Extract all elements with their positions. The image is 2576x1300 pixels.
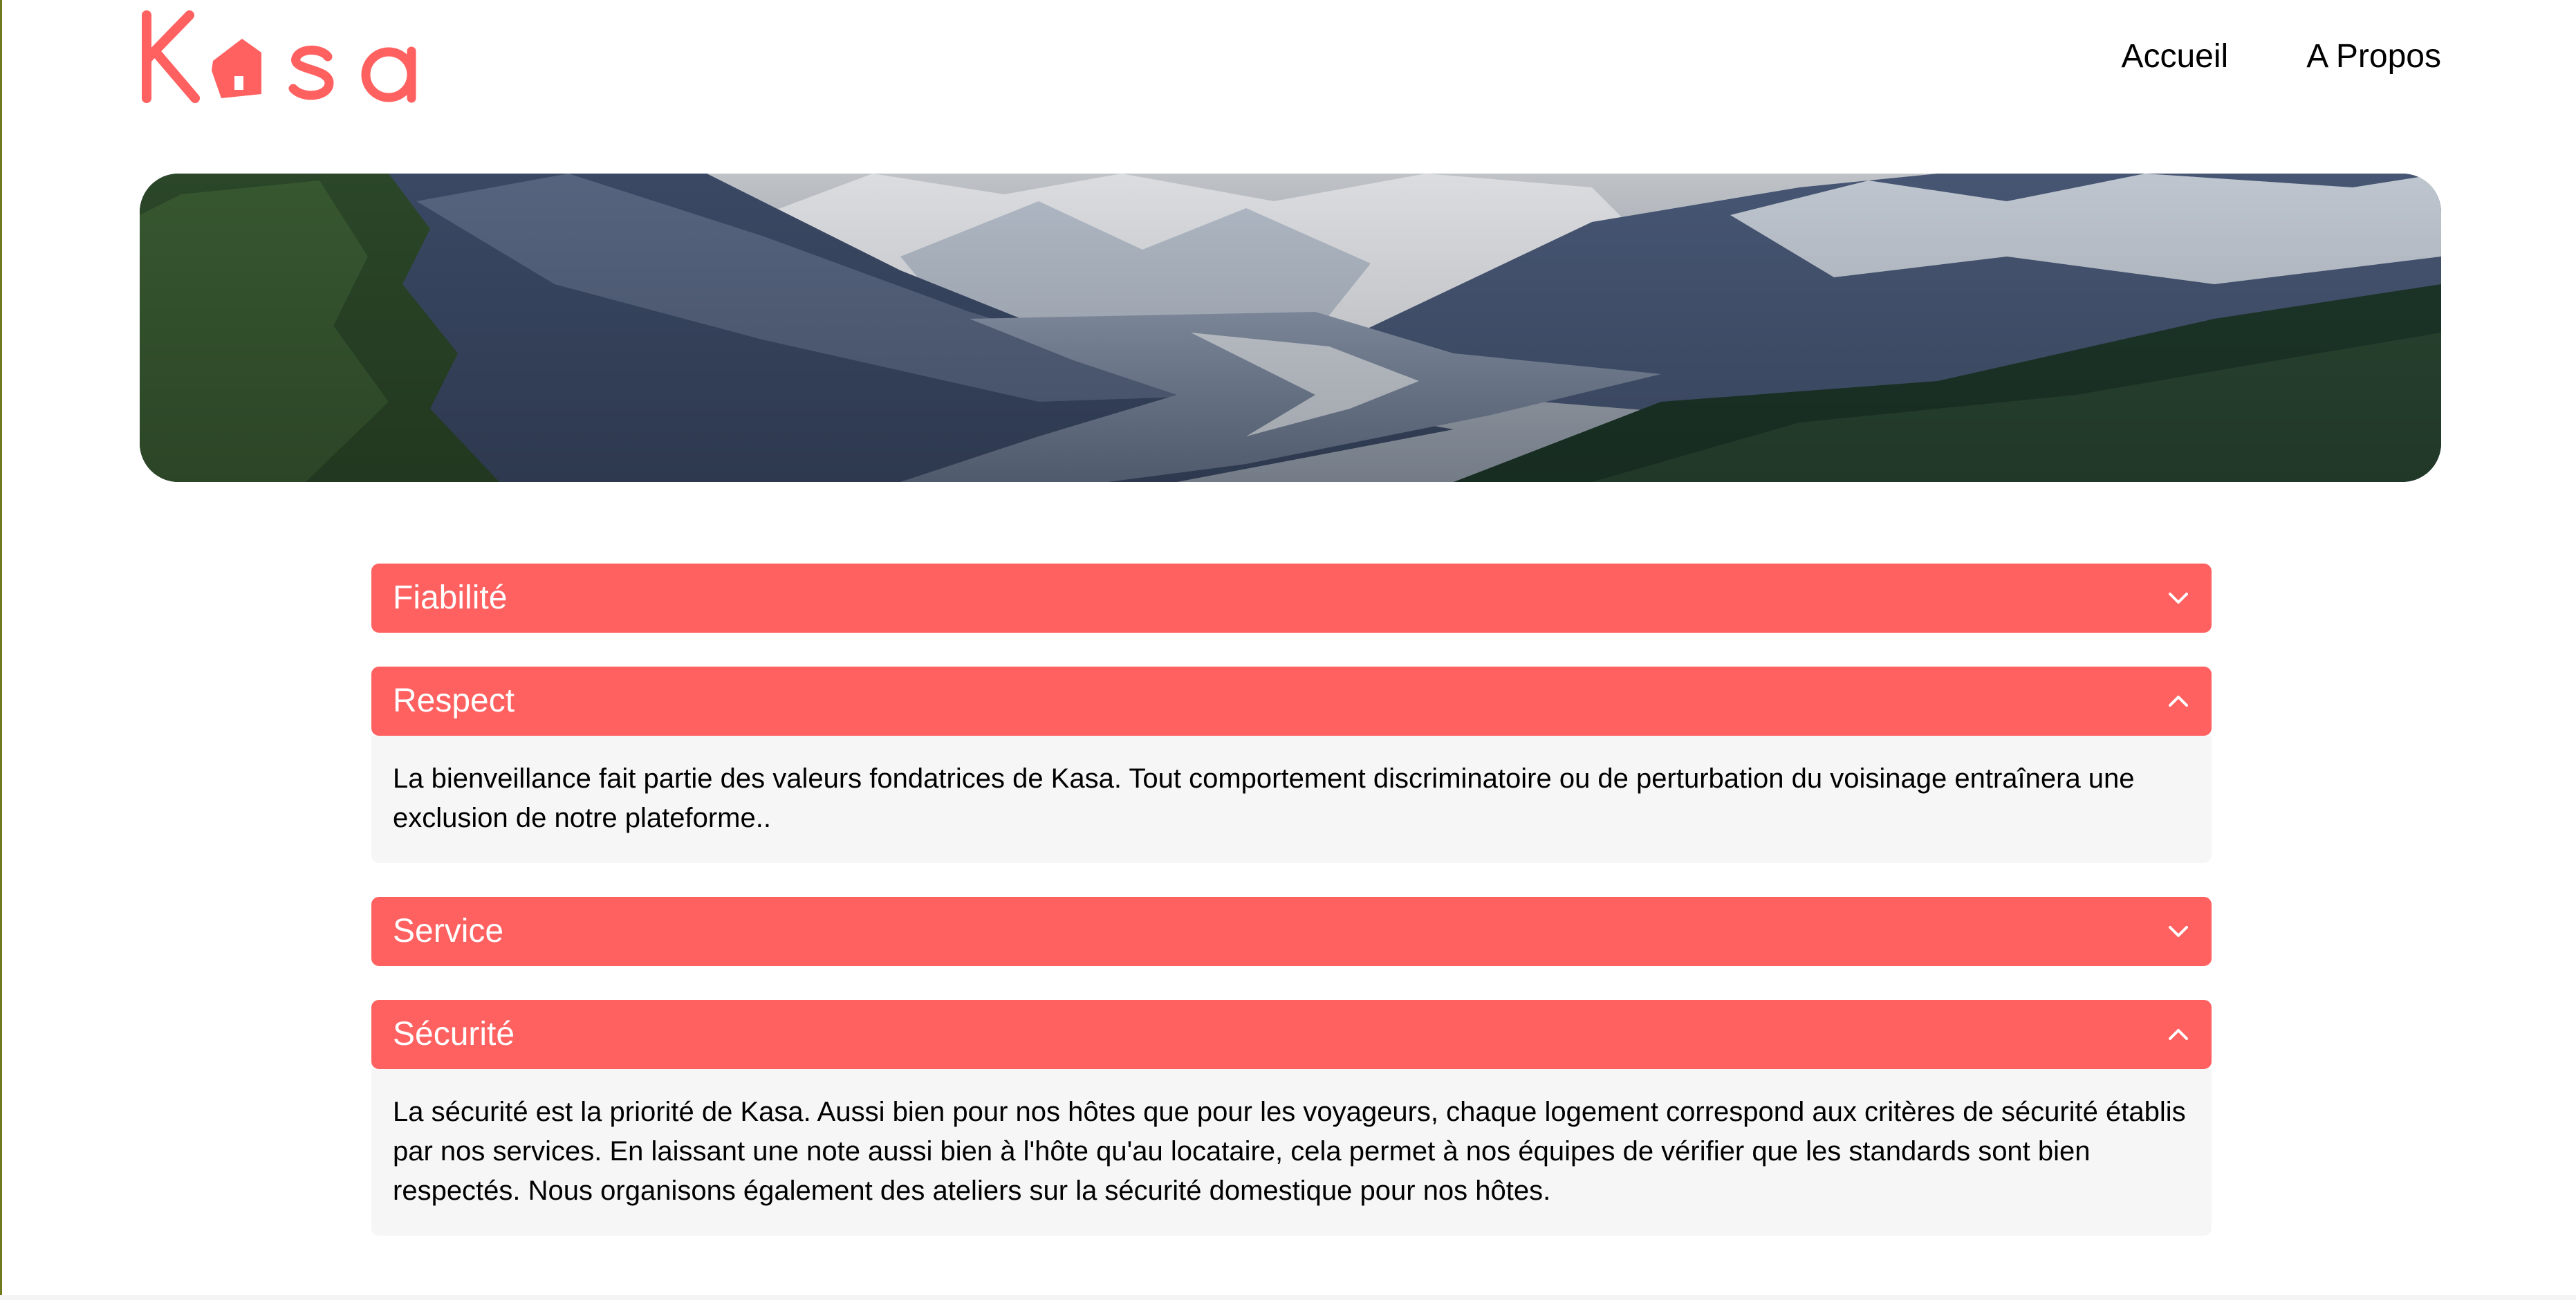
window-bottom-edge — [0, 1295, 2576, 1300]
kasa-logo[interactable] — [140, 8, 437, 112]
chevron-up-icon[interactable] — [2166, 689, 2191, 714]
accordion-title: Fiabilité — [393, 579, 508, 616]
main-nav: Accueil A Propos — [2121, 40, 2441, 73]
accordion-header-fiabilite[interactable]: Fiabilité — [371, 564, 2212, 633]
values-accordion: Fiabilité Respect La bienveillance fait … — [371, 564, 2212, 1270]
chevron-up-icon[interactable] — [2166, 1022, 2191, 1047]
nav-link-accueil[interactable]: Accueil — [2121, 40, 2228, 73]
accordion-header-respect[interactable]: Respect — [371, 667, 2212, 736]
accordion-content-securite: La sécurité est la priorité de Kasa. Aus… — [371, 1069, 2212, 1236]
nav-link-a-propos[interactable]: A Propos — [2306, 40, 2441, 73]
accordion-title: Sécurité — [393, 1016, 515, 1052]
accordion-header-securite[interactable]: Sécurité — [371, 1000, 2212, 1069]
window-left-edge — [0, 0, 2, 1300]
accordion-item-service: Service — [371, 897, 2212, 966]
site-header: Accueil A Propos — [140, 8, 2441, 112]
chevron-down-icon[interactable] — [2166, 586, 2191, 611]
accordion-content-respect: La bienveillance fait partie des valeurs… — [371, 736, 2212, 863]
accordion-item-respect: Respect La bienveillance fait partie des… — [371, 667, 2212, 863]
accordion-item-fiabilite: Fiabilité — [371, 564, 2212, 633]
accordion-header-service[interactable]: Service — [371, 897, 2212, 966]
accordion-item-securite: Sécurité La sécurité est la priorité de … — [371, 1000, 2212, 1236]
chevron-down-icon[interactable] — [2166, 919, 2191, 944]
accordion-title: Respect — [393, 682, 515, 719]
accordion-title: Service — [393, 913, 504, 949]
banner-image — [140, 174, 2441, 482]
